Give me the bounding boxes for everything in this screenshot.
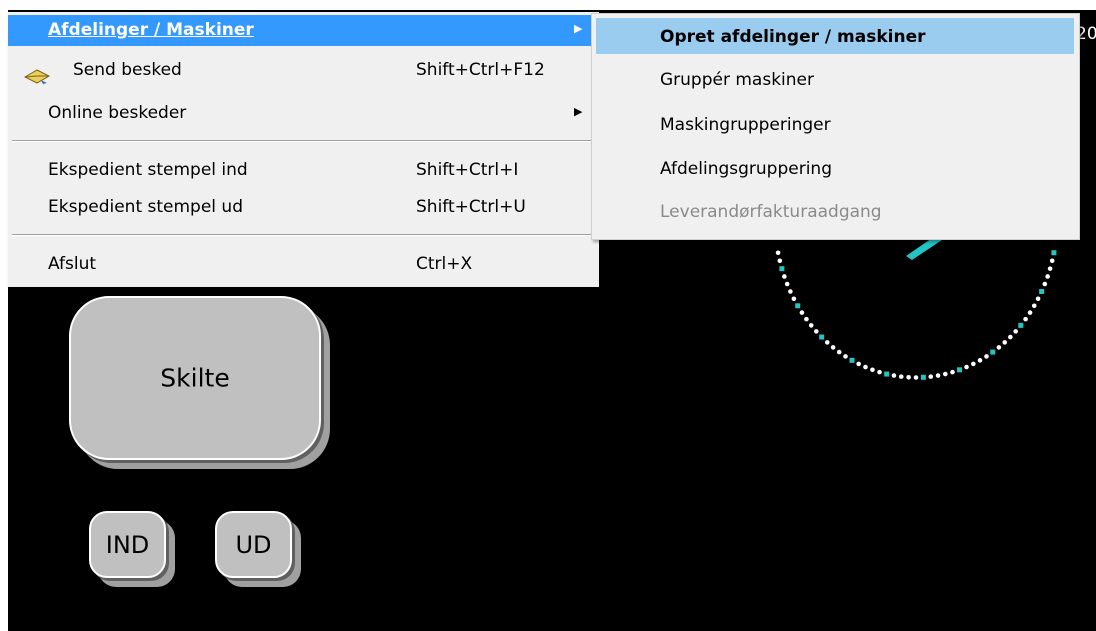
submenu-item-label: Leverandørfakturaadgang bbox=[660, 202, 882, 222]
menu-separator bbox=[12, 234, 595, 236]
clock-hour-tick bbox=[990, 349, 996, 355]
menu-item-label: Afdelinger / Maskiner bbox=[48, 20, 254, 40]
clock-minute-dot bbox=[1027, 310, 1033, 315]
submenu-item-leverandorfakturaadgang: Leverandørfakturaadgang bbox=[596, 193, 1074, 229]
clock-hour-tick bbox=[920, 374, 926, 380]
clock-minute-dot bbox=[984, 354, 989, 359]
submenu-item-maskingrupperinger[interactable]: Maskingrupperinger bbox=[596, 106, 1074, 142]
clock-hour-tick bbox=[1051, 250, 1057, 256]
menu-item-label: Send besked bbox=[73, 60, 182, 80]
clock-minute-dot bbox=[906, 374, 911, 380]
clock-minute-dot bbox=[1023, 316, 1028, 322]
menu-item-label: Online beskeder bbox=[48, 103, 187, 123]
clock-minute-dot bbox=[777, 258, 783, 264]
clock-minute-dot bbox=[1045, 274, 1050, 279]
clock-minute-dot bbox=[799, 310, 805, 315]
submenu-arrow-icon: ▶ bbox=[574, 105, 583, 118]
clock-hour-tick bbox=[1039, 289, 1045, 295]
skilte-button-label: Skilte bbox=[160, 363, 230, 393]
clock-minute-dot bbox=[964, 364, 969, 370]
menu-item-shortcut: Ctrl+X bbox=[416, 254, 473, 274]
afdelinger-submenu: Opret afdelinger / maskiner Gruppér mask… bbox=[591, 13, 1080, 240]
menu-item-ekspedient-stempel-ud[interactable]: Ekspedient stempel ud Shift+Ctrl+U bbox=[8, 192, 599, 223]
submenu-item-label: Afdelingsgruppering bbox=[660, 159, 833, 179]
clock-minute-dot bbox=[856, 361, 861, 367]
skilte-button[interactable]: Skilte bbox=[69, 296, 321, 460]
main-dropdown-menu: Afdelinger / Maskiner ▶ Send besked Shif… bbox=[8, 12, 599, 287]
menu-item-shortcut: Shift+Ctrl+U bbox=[416, 197, 526, 217]
clock-minute-dot bbox=[971, 361, 976, 367]
clock-minute-dot bbox=[877, 369, 882, 375]
submenu-item-label: Maskingrupperinger bbox=[660, 115, 831, 135]
ud-button[interactable]: UD bbox=[215, 511, 292, 578]
clock-minute-dot bbox=[824, 340, 830, 345]
clock-minute-dot bbox=[870, 367, 875, 373]
clock-minute-dot bbox=[891, 373, 897, 378]
clock-minute-dot bbox=[775, 250, 781, 256]
clock-hour-tick bbox=[957, 367, 963, 373]
clock-minute-dot bbox=[788, 289, 793, 294]
clock-minute-dot bbox=[804, 316, 809, 322]
clock-minute-dot bbox=[1013, 329, 1019, 334]
clock-minute-dot bbox=[935, 373, 941, 378]
clock-minute-dot bbox=[1047, 266, 1053, 271]
clock-minute-dot bbox=[843, 354, 848, 359]
clock-hour-tick bbox=[795, 303, 801, 309]
menu-item-label: Ekspedient stempel ind bbox=[48, 160, 248, 180]
ind-button-label: IND bbox=[105, 530, 150, 559]
clock-minute-dot bbox=[1002, 340, 1008, 345]
menu-item-online-beskeder[interactable]: Online beskeder ▶ bbox=[8, 98, 599, 129]
menu-item-label: Ekspedient stempel ud bbox=[48, 197, 243, 217]
clock-minute-dot bbox=[977, 358, 983, 363]
submenu-arrow-icon: ▶ bbox=[574, 22, 583, 35]
clock-minute-dot bbox=[996, 345, 1002, 350]
clock-minute-dot bbox=[1035, 296, 1041, 302]
clock-minute-dot bbox=[782, 274, 787, 279]
clock-minute-dot bbox=[913, 375, 919, 380]
clock-minute-dot bbox=[943, 371, 948, 377]
clock-hour-tick bbox=[884, 371, 890, 377]
clock-hour-tick bbox=[1018, 322, 1024, 328]
menu-item-ekspedient-stempel-ind[interactable]: Ekspedient stempel ind Shift+Ctrl+I bbox=[8, 155, 599, 186]
menu-item-afslut[interactable]: Afslut Ctrl+X bbox=[8, 249, 599, 280]
clock-minute-dot bbox=[1031, 303, 1037, 309]
clock-minute-dot bbox=[1049, 258, 1055, 264]
clock-minute-dot bbox=[1008, 334, 1013, 340]
menu-item-afdelinger-maskiner[interactable]: Afdelinger / Maskiner ▶ bbox=[8, 15, 599, 46]
menu-separator bbox=[12, 140, 595, 142]
menu-item-shortcut: Shift+Ctrl+F12 bbox=[416, 60, 545, 80]
ud-button-label: UD bbox=[235, 530, 272, 559]
submenu-item-afdelingsgruppering[interactable]: Afdelingsgruppering bbox=[596, 150, 1074, 186]
clock-minute-dot bbox=[813, 329, 819, 334]
submenu-item-grupper-maskiner[interactable]: Gruppér maskiner bbox=[596, 61, 1074, 97]
submenu-item-opret-afdelinger[interactable]: Opret afdelinger / maskiner bbox=[596, 18, 1074, 54]
clock-minute-dot bbox=[928, 374, 934, 379]
envelope-icon bbox=[23, 69, 51, 84]
clock-minute-dot bbox=[836, 349, 842, 355]
clock-minute-dot bbox=[808, 323, 814, 328]
menu-item-send-besked[interactable]: Send besked Shift+Ctrl+F12 bbox=[8, 59, 599, 90]
clock-minute-dot bbox=[830, 345, 836, 350]
clock-minute-dot bbox=[784, 281, 790, 287]
clock-minute-dot bbox=[791, 296, 797, 302]
clock-minute-dot bbox=[950, 369, 955, 375]
ind-button[interactable]: IND bbox=[89, 511, 166, 578]
clock-hour-tick bbox=[849, 357, 855, 363]
clock-minute-dot bbox=[898, 374, 904, 379]
clock-minute-dot bbox=[1042, 281, 1048, 287]
menu-item-label: Afslut bbox=[48, 254, 97, 274]
submenu-item-label: Gruppér maskiner bbox=[660, 70, 814, 90]
clock-minute-dot bbox=[863, 364, 868, 370]
clock-hour-tick bbox=[819, 334, 825, 340]
clock-hour-tick bbox=[779, 266, 785, 272]
submenu-item-label: Opret afdelinger / maskiner bbox=[660, 27, 926, 47]
menu-item-shortcut: Shift+Ctrl+I bbox=[416, 160, 519, 180]
